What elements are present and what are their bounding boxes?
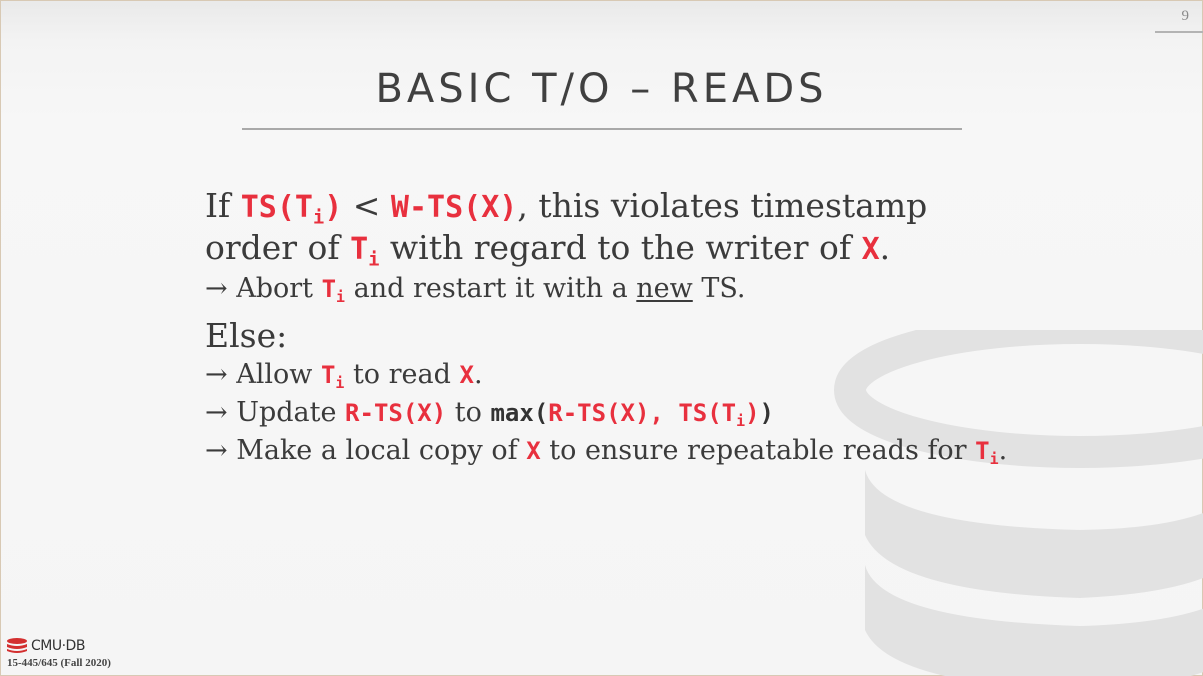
code-max: max( (490, 399, 549, 427)
text: order of (205, 228, 351, 267)
code-text: T (320, 361, 336, 389)
bullet-update: → Update R-TS(X) to max(R-TS(X), TS(Ti)) (205, 394, 1105, 432)
code-ti: Ti (321, 275, 346, 307)
code-ti: Ti (350, 232, 379, 269)
bullet-allow: → Allow Ti to read X. (205, 356, 1105, 394)
text: . (998, 435, 1008, 466)
text: , this violates timestamp (517, 186, 928, 225)
cmu-db-logo: CMU·DB (6, 638, 85, 654)
text: Allow (227, 359, 321, 390)
subscript: i (335, 374, 345, 393)
code-close-paren: ) (759, 399, 774, 427)
code-ts-ti: TS(Ti) (240, 190, 343, 227)
subscript: i (989, 450, 999, 469)
slide-title: BASIC T/O – READS (375, 66, 828, 112)
text: to (446, 397, 491, 428)
page-number-rule (1155, 31, 1203, 33)
text: to ensure repeatable reads for (540, 435, 976, 466)
database-logo-icon (7, 638, 27, 653)
text: to read (344, 359, 460, 390)
code-text: T (975, 437, 990, 465)
subscript: i (736, 412, 746, 431)
code-text: TS(T (240, 190, 313, 225)
logo-text: CMU·DB (31, 638, 85, 654)
text: < (342, 186, 391, 225)
text: Abort (227, 273, 322, 304)
code-ti: Ti (320, 361, 345, 393)
arrow-icon: → (205, 359, 228, 390)
arrow-icon: → (205, 273, 228, 304)
text: . (879, 228, 891, 267)
text: Make a local copy of (227, 435, 527, 466)
text: . (473, 359, 483, 390)
text: Update (227, 397, 346, 428)
text: with regard to the writer of (379, 228, 862, 267)
body-line-else: Else: (205, 316, 1105, 356)
text: Else: (205, 316, 288, 355)
underlined-text: new (636, 273, 693, 304)
page-number: 9 (1181, 8, 1190, 24)
arrow-icon: → (205, 435, 228, 466)
subscript: i (336, 288, 346, 307)
code-text: R-TS(X), TS(T (548, 399, 737, 427)
code-text: ) (745, 399, 760, 427)
code-text: ) (324, 190, 343, 225)
course-label: 15-445/645 (Fall 2020) (7, 657, 111, 669)
code-text: T (350, 232, 369, 267)
body-line-1: If TS(Ti) < W-TS(X), this violates times… (205, 186, 1105, 228)
code-rts-x: R-TS(X) (345, 399, 447, 427)
code-wts-x: W-TS(X) (390, 190, 518, 225)
slide-body: If TS(Ti) < W-TS(X), this violates times… (205, 186, 1105, 470)
title-underline (242, 128, 962, 130)
arrow-icon: → (205, 397, 228, 428)
bullet-local-copy: → Make a local copy of X to ensure repea… (205, 432, 1105, 470)
code-text: T (321, 275, 337, 303)
text: If (205, 186, 241, 225)
code-args: R-TS(X), TS(Ti) (548, 399, 760, 431)
text: TS. (692, 273, 746, 304)
code-ti: Ti (975, 437, 999, 469)
code-x: X (861, 232, 880, 267)
code-x: X (459, 361, 474, 389)
bullet-abort: → Abort Ti and restart it with a new TS. (205, 270, 1105, 308)
subscript: i (313, 207, 325, 229)
subscript: i (368, 249, 380, 271)
text: and restart it with a (345, 273, 637, 304)
body-line-2: order of Ti with regard to the writer of… (205, 228, 1105, 270)
code-x: X (526, 437, 541, 465)
